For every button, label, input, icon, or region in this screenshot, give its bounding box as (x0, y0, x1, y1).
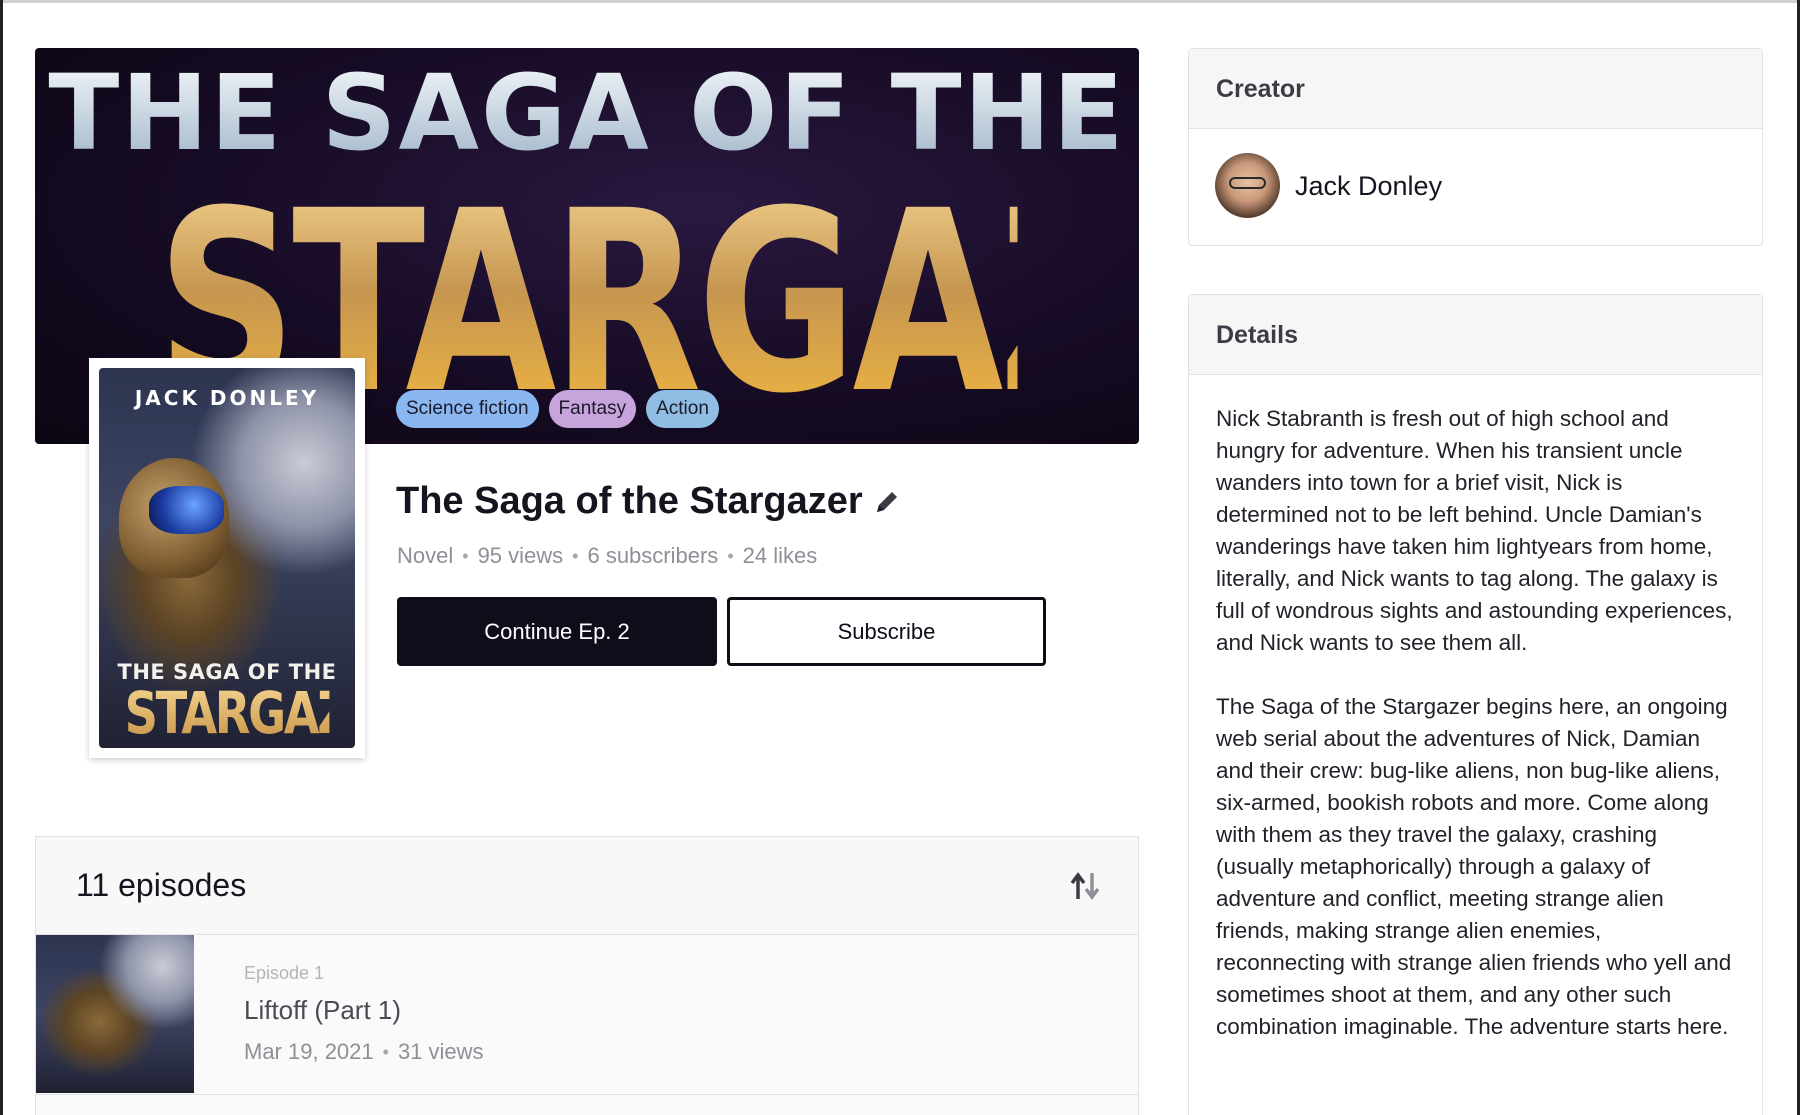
series-likes: 24 likes (742, 543, 818, 568)
episode-date: Mar 19, 2021 (244, 1039, 374, 1064)
series-subscribers: 6 subscribers (587, 543, 719, 568)
separator-dot: • (727, 545, 734, 566)
episode-thumbnail (36, 935, 194, 1093)
continue-episode-button[interactable]: Continue Ep. 2 (397, 597, 717, 666)
episode-meta: Mar 19, 2021 • 31 views (244, 1039, 484, 1065)
episode-number: Episode 1 (244, 963, 325, 983)
separator-dot: • (462, 545, 469, 566)
series-views: 95 views (477, 543, 564, 568)
astronaut-visor-art (149, 486, 224, 534)
genre-tag-fantasy[interactable]: Fantasy (548, 390, 637, 428)
pencil-icon[interactable] (873, 488, 901, 516)
creator-name[interactable]: Jack Donley (1295, 171, 1442, 202)
details-paragraph-1: Nick Stabranth is fresh out of high scho… (1216, 406, 1733, 655)
genre-tags: Science fiction Fantasy Action (396, 390, 719, 428)
episode-row[interactable]: Episode 1 Liftoff (Part 1) Mar 19, 2021 … (36, 935, 1138, 1095)
series-title-row: The Saga of the Stargazer (396, 480, 901, 523)
episodes-panel: 11 episodes Episode 1 Liftoff (Part 1) M… (35, 836, 1139, 1115)
episodes-header: 11 episodes (36, 837, 1138, 935)
banner-title-line1: THE SAGA OF THE (35, 56, 1139, 171)
avatar[interactable] (1215, 153, 1280, 218)
episode-title[interactable]: Liftoff (Part 1) (244, 995, 401, 1026)
details-card-header: Details (1189, 295, 1762, 375)
sort-arrows-icon[interactable] (1068, 871, 1102, 901)
cover-art: JACK DONLEY THE SAGA OF THE STARGAZER (99, 368, 355, 748)
details-card: Details Nick Stabranth is fresh out of h… (1188, 294, 1763, 1115)
creator-card-header: Creator (1189, 49, 1762, 129)
details-paragraph-2: The Saga of the Stargazer begins here, a… (1216, 694, 1732, 1039)
window-left-edge (0, 0, 3, 1115)
creator-body: Jack Donley (1189, 129, 1762, 245)
episodes-count: 11 episodes (76, 867, 247, 903)
series-cover: JACK DONLEY THE SAGA OF THE STARGAZER (89, 358, 365, 758)
cover-author: JACK DONLEY (134, 386, 320, 410)
avatar-glasses (1229, 177, 1266, 189)
genre-tag-action[interactable]: Action (646, 390, 719, 428)
cover-title-big: STARGAZER (124, 679, 355, 747)
separator-dot: • (382, 1041, 389, 1062)
separator-dot: • (572, 545, 579, 566)
window-top-edge (0, 0, 1800, 3)
genre-tag-science-fiction[interactable]: Science fiction (396, 390, 539, 428)
subscribe-button[interactable]: Subscribe (727, 597, 1046, 666)
series-title: The Saga of the Stargazer (396, 480, 863, 522)
creator-card: Creator Jack Donley (1188, 48, 1763, 246)
series-type: Novel (397, 543, 454, 568)
episode-views: 31 views (397, 1039, 484, 1064)
details-body: Nick Stabranth is fresh out of high scho… (1189, 375, 1762, 1043)
series-stats: Novel • 95 views • 6 subscribers • 24 li… (397, 543, 817, 569)
